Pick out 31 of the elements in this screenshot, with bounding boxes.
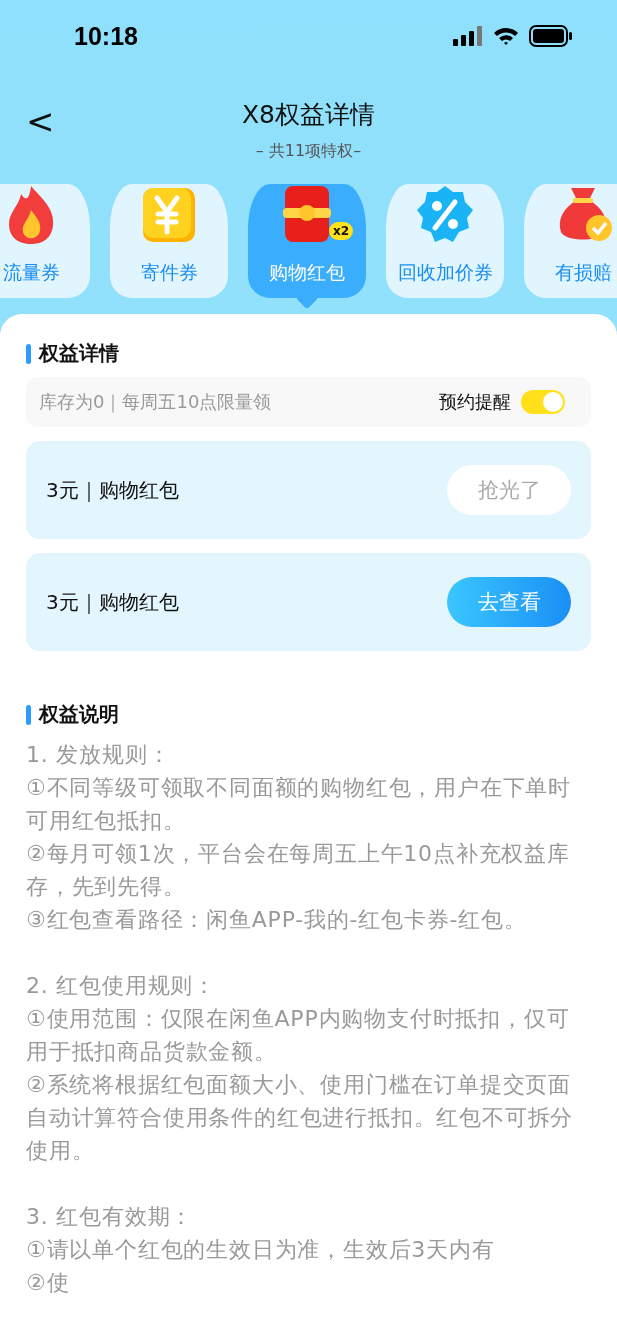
stock-text: 库存为0｜每周五10点限量领 [39,390,272,414]
rule-text: ①请以单个红包的生效日为准，生效后3天内有 [26,1236,496,1264]
wifi-icon [493,26,519,46]
coupon-title: 3元｜购物红包 [46,588,179,616]
benefit-tab[interactable]: 流量券 [0,184,90,298]
signal-icon [453,26,483,46]
page-subtitle: – 共11项特权– [255,141,362,162]
battery-icon [529,25,573,47]
section-heading: 权益详情 [39,340,119,367]
benefit-tab[interactable]: 寄件券 [110,184,228,298]
rule-text: ②使 [26,1269,71,1297]
rule-text: ②系统将根据红包面额大小、使用门槛在订单提交页面自动计算符合使用条件的红包进行抵扣。红包不可拆分使用。 [26,1071,575,1165]
section-heading: 权益说明 [39,701,119,728]
rule-text: ①不同等级可领取不同面额的购物红包，用户在下单时可用红包抵扣。 [26,774,572,835]
heading-accent-bar [26,343,31,364]
reminder-label: 预约提醒 [439,390,511,414]
page-title: X8权益详情 [241,99,375,131]
benefit-tab[interactable]: 回收加价券 [386,184,504,298]
rule-title: 2. 红包使用规则： [26,972,217,1000]
rule-text: ①使用范围：仅限在闲鱼APP内购物支付时抵扣，仅可用于抵扣商品货款金额。 [26,1005,571,1066]
rule-text: ②每月可领1次，平台会在每周五上午10点补充权益库存，先到先得。 [26,840,571,901]
status-time: 10:18 [74,21,138,51]
rule-title: 1. 发放规则： [26,741,172,769]
heading-accent-bar [26,704,31,725]
reminder-toggle[interactable] [521,390,565,414]
rule-text: ③红包查看路径：闲鱼APP-我的-红包卡券-红包。 [26,906,528,934]
back-button[interactable]: < [22,100,59,142]
view-button[interactable]: 去查看 [447,577,571,627]
rule-title: 3. 红包有效期： [26,1203,195,1231]
benefit-tab[interactable]: 有损赔 [524,184,617,298]
coupon-title: 3元｜购物红包 [46,476,179,504]
